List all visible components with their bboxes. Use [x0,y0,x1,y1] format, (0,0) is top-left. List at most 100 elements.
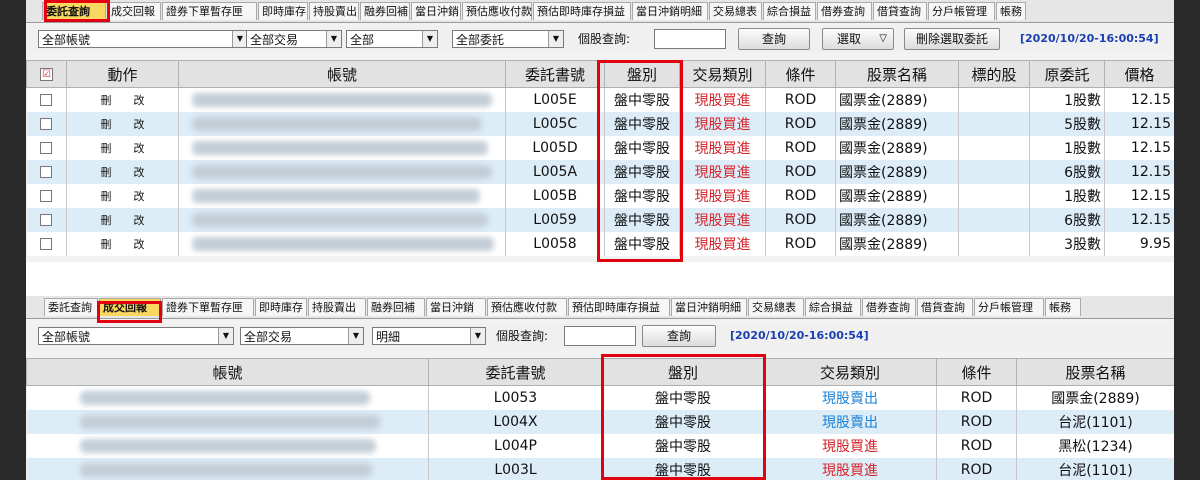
tab-2[interactable]: 證券下單暫存匣 [162,2,257,20]
tab-10[interactable]: 交易總表 [709,2,762,20]
scope-select[interactable]: 全部 ▼ [346,30,438,48]
condition-cell: ROD [936,458,1017,480]
delete-order-button[interactable]: 刪 [101,236,112,252]
tab-3[interactable]: 即時庫存 [255,298,307,316]
stock-name-cell: 國票金(2889) [835,232,959,256]
tab-7[interactable]: 預估應收付款 [462,2,532,20]
tab-6[interactable]: 當日沖銷 [426,298,486,316]
tab-9[interactable]: 當日沖銷明細 [632,2,708,20]
row-checkbox[interactable] [40,118,53,130]
redacted-account [192,213,488,227]
tab-0[interactable]: 委託查詢 [42,2,106,20]
select-button[interactable]: 選取 ▽ [822,28,894,50]
select-all-checkbox[interactable]: ☑ [40,68,53,81]
order-query-panel: 委託查詢 成交回報 證券下單暫存匣 即時庫存 持股賣出 融券回補 當日沖銷 預估應收付款 預估即… [26,0,1174,262]
tab-5[interactable]: 融券回補 [360,2,410,20]
row-checkbox[interactable] [40,238,53,250]
tab-12[interactable]: 借券查詢 [862,298,916,316]
tab-5[interactable]: 融券回補 [367,298,425,316]
delete-selected-button[interactable]: 刪除選取委託 [904,28,1000,50]
tab-2[interactable]: 證券下單暫存匣 [162,298,254,316]
delete-order-button[interactable]: 刪 [101,92,112,108]
redacted-account [192,237,494,251]
price-cell: 12.15 [1104,87,1174,112]
redacted-account [192,165,492,179]
tab-14[interactable]: 分戶帳管理 [974,298,1044,316]
tab-14[interactable]: 分戶帳管理 [928,2,995,20]
order-table: ☑ 動作 帳號 委託書號 盤別 交易類別 條件 股票名稱 標的股 原委託 價格 刪改 L005E 盤中零… [26,60,1174,256]
tab-1[interactable]: 成交回報 [99,298,161,316]
delete-order-button[interactable]: 刪 [101,188,112,204]
modify-order-button[interactable]: 改 [134,236,145,252]
detail-select-value: 明細 [376,330,401,344]
tab-7[interactable]: 預估應收付款 [487,298,567,316]
tab-3[interactable]: 即時庫存 [258,2,308,20]
panel-separator [26,262,1174,296]
delete-order-button[interactable]: 刪 [101,212,112,228]
stock-query-input[interactable] [564,326,636,346]
tab-6[interactable]: 當日沖銷 [411,2,461,20]
modify-order-button[interactable]: 改 [134,188,145,204]
trade-type-select[interactable]: 全部交易 ▼ [240,327,364,345]
trade-type-cell: 現股買進 [679,160,766,184]
tab-15[interactable]: 帳務 [1045,298,1081,316]
row-checkbox[interactable] [40,190,53,202]
column-header: 交易類別 [679,60,766,88]
table-row: 刪改 L005B 盤中零股 現股買進 ROD 國票金(2889) 1股數 12.15 [26,184,1174,208]
table-row: 刪改 L0059 盤中零股 現股買進 ROD 國票金(2889) 6股數 12.15 [26,208,1174,232]
query-button[interactable]: 查詢 [642,325,716,347]
column-header: 盤別 [604,60,680,88]
tab-bar: 委託查詢 成交回報 證券下單暫存匣 即時庫存 持股賣出 融券回補 當日沖銷 預估應收付款 預估即… [26,0,1174,23]
tab-13[interactable]: 借貨查詢 [917,298,973,316]
row-checkbox[interactable] [40,142,53,154]
modify-order-button[interactable]: 改 [134,164,145,180]
column-header: 委託書號 [505,60,605,88]
account-cell [26,434,429,458]
action-cell: 刪改 [66,208,179,232]
trade-type-cell: 現股買進 [679,112,766,136]
account-select[interactable]: 全部帳號 ▼ [38,327,234,345]
scope-select-value: 全部 [350,33,375,47]
order-filter-select[interactable]: 全部委託 ▼ [452,30,564,48]
redacted-account [192,117,482,131]
original-qty-cell: 6股數 [1029,160,1105,184]
condition-cell: ROD [765,112,836,136]
modify-order-button[interactable]: 改 [134,212,145,228]
query-button[interactable]: 查詢 [738,28,810,50]
row-checkbox[interactable] [40,94,53,106]
tab-10[interactable]: 交易總表 [748,298,804,316]
detail-select[interactable]: 明細 ▼ [372,327,486,345]
tab-0[interactable]: 委託查詢 [44,298,98,316]
column-header: 交易類別 [763,358,937,386]
trade-type-cell: 現股賣出 [763,410,937,434]
row-checkbox[interactable] [40,214,53,226]
column-header: 委託書號 [428,358,603,386]
delete-order-button[interactable]: 刪 [101,116,112,132]
order-no-cell: L0059 [505,208,605,232]
modify-order-button[interactable]: 改 [134,92,145,108]
tab-4[interactable]: 持股賣出 [309,2,359,20]
session-cell: 盤中零股 [604,87,680,112]
redacted-account [79,463,372,477]
modify-order-button[interactable]: 改 [134,116,145,132]
trade-type-select[interactable]: 全部交易 ▼ [246,30,342,48]
delete-order-button[interactable]: 刪 [101,164,112,180]
account-select[interactable]: 全部帳號 ▼ [38,30,248,48]
stock-query-input[interactable] [654,29,726,49]
tab-9[interactable]: 當日沖銷明細 [671,298,747,316]
tab-15[interactable]: 帳務 [996,2,1026,20]
tab-13[interactable]: 借貸查詢 [873,2,927,20]
trade-type-select-value: 全部交易 [250,33,299,47]
tab-4[interactable]: 持股賣出 [308,298,366,316]
action-cell: 刪改 [66,232,179,256]
tab-8[interactable]: 預估即時庫存損益 [568,298,670,316]
tab-8[interactable]: 預估即時庫存損益 [533,2,631,20]
tab-1[interactable]: 成交回報 [107,2,161,20]
tab-11[interactable]: 綜合損益 [805,298,861,316]
delete-order-button[interactable]: 刪 [101,140,112,156]
tab-11[interactable]: 綜合損益 [763,2,816,20]
modify-order-button[interactable]: 改 [134,140,145,156]
trade-type-cell: 現股買進 [679,184,766,208]
row-checkbox[interactable] [40,166,53,178]
tab-12[interactable]: 借券查詢 [817,2,872,20]
